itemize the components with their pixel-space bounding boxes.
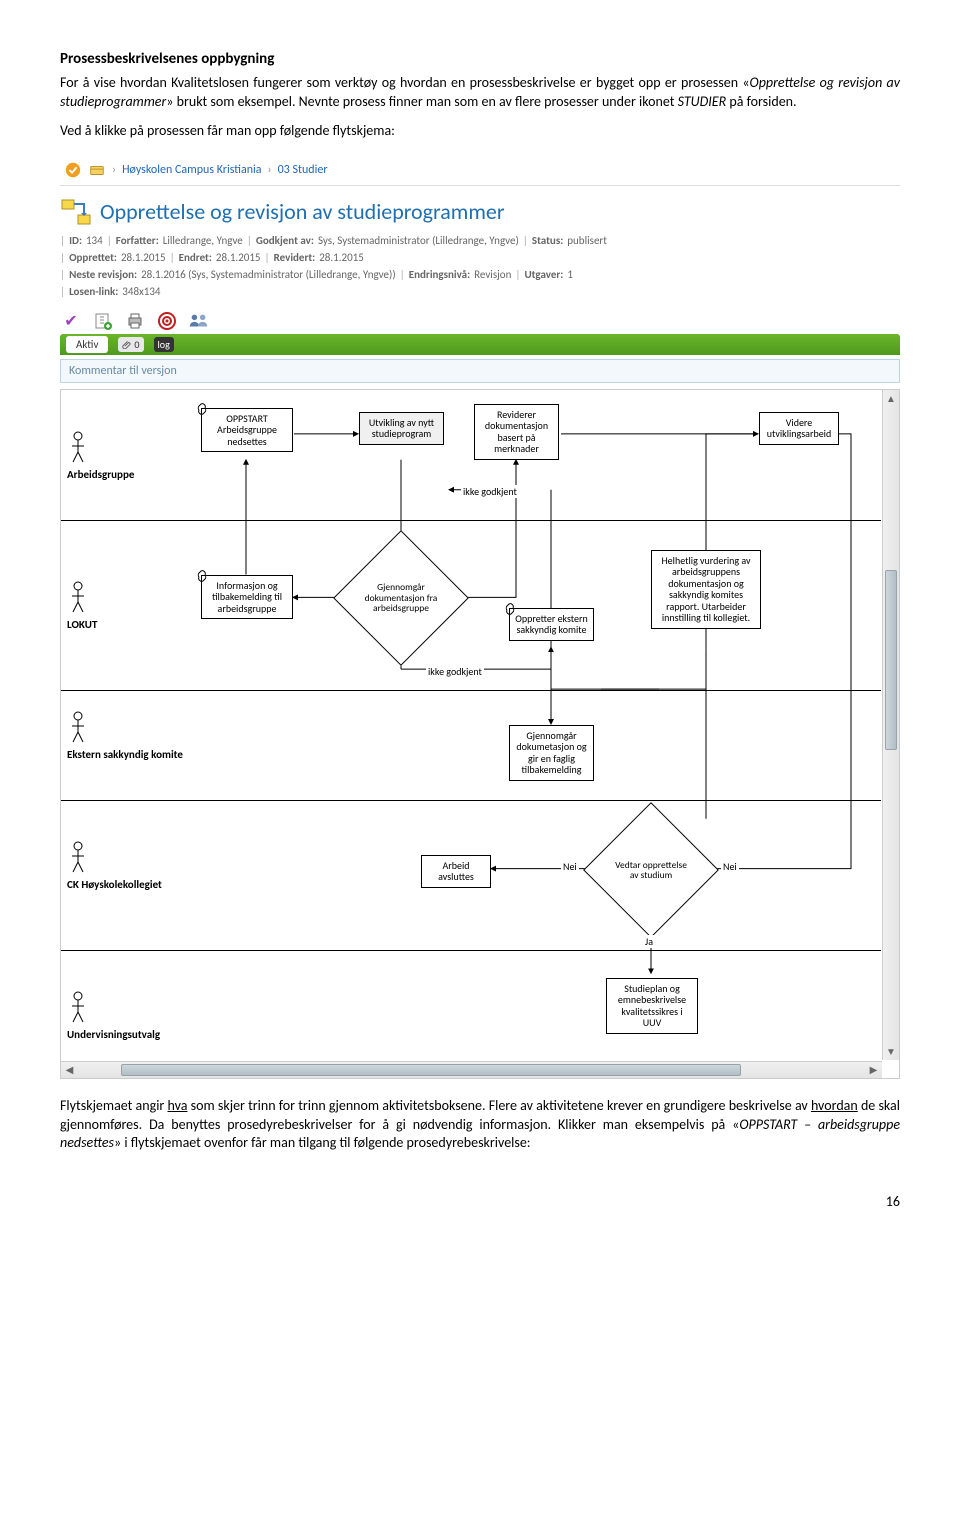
attachment-count-chip[interactable]: 0: [118, 337, 143, 352]
edge-ikke-godkjent-1: ikke godkjent: [461, 485, 519, 498]
node-gjennomgar-lokut[interactable]: Gjennomgår dokumentasjon fra arbeidsgrup…: [333, 530, 469, 666]
breadcrumb-link-org[interactable]: Høyskolen Campus Kristiania: [122, 163, 261, 177]
person-icon: [67, 990, 89, 1024]
lane-label-kollegiet: CK Høyskolekollegiet: [67, 840, 162, 891]
node-vedtar[interactable]: Vedtar opprettelse av studium: [583, 802, 719, 938]
meta-row-2: |Opprettet: 28.1.2015 |Endret: 28.1.2015…: [60, 249, 900, 266]
edge-ikke-godkjent-2: ikke godkjent: [426, 665, 484, 678]
intro-para-2: Ved å klikke på prosessen får man opp fø…: [60, 122, 900, 141]
flowchart-canvas[interactable]: Arbeidsgruppe LOKUT Ekstern sakkyndig ko…: [61, 390, 881, 1060]
lane-label-arbeidsgruppe: Arbeidsgruppe: [67, 430, 134, 481]
paperclip-icon: [122, 339, 132, 349]
edge-nei-left: Nei: [561, 860, 579, 873]
process-title: Opprettelse og revisjon av studieprogram…: [100, 198, 505, 225]
link-icon: [195, 402, 209, 416]
node-oppretter-komite[interactable]: Oppretter ekstern sakkyndig komite: [509, 608, 594, 641]
version-comment-box[interactable]: Kommentar til versjon: [60, 359, 900, 383]
tab-bar: Aktiv 0 log: [60, 334, 900, 355]
inbox-icon[interactable]: [88, 161, 106, 179]
node-videre[interactable]: Videre utviklingsarbeid: [759, 412, 839, 445]
lane-label-ekstern: Ekstern sakkyndig komite: [67, 710, 183, 761]
node-informasjon[interactable]: Informasjon og tilbakemelding til arbeid…: [201, 575, 293, 620]
scroll-left-icon[interactable]: ◀: [61, 1062, 78, 1078]
toolbar: ✔: [60, 300, 900, 334]
vertical-scrollbar[interactable]: ▲ ▼: [882, 390, 899, 1060]
meta-row-4: |Losen-link: 348x134: [60, 283, 900, 300]
node-utvikling[interactable]: Utvikling av nytt studieprogram: [359, 412, 444, 445]
node-gjennomgar-ekstern[interactable]: Gjennomgår dokumetasjon og gir en faglig…: [509, 725, 594, 781]
person-icon: [67, 430, 89, 464]
meta-row-3: |Neste revisjon: 28.1.2016 (Sys, Systema…: [60, 266, 900, 283]
link-icon: [503, 602, 517, 616]
link-icon: [195, 569, 209, 583]
users-icon[interactable]: [188, 310, 210, 332]
checkmark-icon[interactable]: ✔: [60, 310, 82, 332]
person-icon: [67, 840, 89, 874]
person-icon: [67, 710, 89, 744]
lane-label-uuv: Undervisningsutvalg: [67, 990, 160, 1041]
intro-para-1: For å vise hvordan Kvalitetslosen funger…: [60, 74, 900, 112]
scroll-thumb-v[interactable]: [885, 570, 897, 750]
page-heading: Prosessbeskrivelsenes oppbygning: [60, 50, 900, 68]
node-reviderer[interactable]: Reviderer dokumentasjon basert på merkna…: [474, 404, 559, 460]
scroll-right-icon[interactable]: ▶: [865, 1062, 882, 1078]
edge-nei-right: Nei: [721, 860, 739, 873]
node-oppstart[interactable]: OPPSTART Arbeidsgruppe nedsettes: [201, 408, 293, 453]
log-chip[interactable]: log: [154, 337, 174, 352]
scroll-thumb-h[interactable]: [121, 1064, 741, 1076]
flow-viewport: Arbeidsgruppe LOKUT Ekstern sakkyndig ko…: [60, 389, 900, 1079]
person-icon: [67, 580, 89, 614]
print-icon[interactable]: [124, 310, 146, 332]
horizontal-scrollbar[interactable]: ◀ ▶: [61, 1061, 882, 1078]
app-logo-icon: [64, 161, 82, 179]
meta-row-1: |ID:134 |Forfatter: Lilledrange, Yngve |…: [60, 232, 900, 249]
lane-label-lokut: LOKUT: [67, 580, 97, 631]
breadcrumb-link-folder[interactable]: 03 Studier: [278, 163, 328, 177]
node-studieplan[interactable]: Studieplan og emnebeskrivelse kvalitetss…: [606, 978, 698, 1034]
chevron-right-icon: ›: [112, 163, 116, 177]
edit-icon[interactable]: [92, 310, 114, 332]
edge-ja: Ja: [643, 935, 655, 948]
scroll-down-icon[interactable]: ▼: [883, 1043, 899, 1060]
outro-para: Flytskjemaet angir hva som skjer trinn f…: [60, 1097, 900, 1154]
target-icon[interactable]: [156, 310, 178, 332]
process-icon: [60, 196, 92, 228]
scroll-up-icon[interactable]: ▲: [883, 390, 899, 407]
node-arbeid-avsluttes[interactable]: Arbeid avsluttes: [421, 855, 491, 888]
breadcrumb: › Høyskolen Campus Kristiania › 03 Studi…: [60, 155, 900, 186]
node-helhetlig[interactable]: Helhetlig vurdering av arbeidsgruppens d…: [651, 550, 761, 629]
screenshot-region: › Høyskolen Campus Kristiania › 03 Studi…: [60, 155, 900, 1079]
tab-active[interactable]: Aktiv: [66, 336, 108, 353]
chevron-right-icon: ›: [268, 163, 272, 177]
page-number: 16: [60, 1193, 900, 1210]
